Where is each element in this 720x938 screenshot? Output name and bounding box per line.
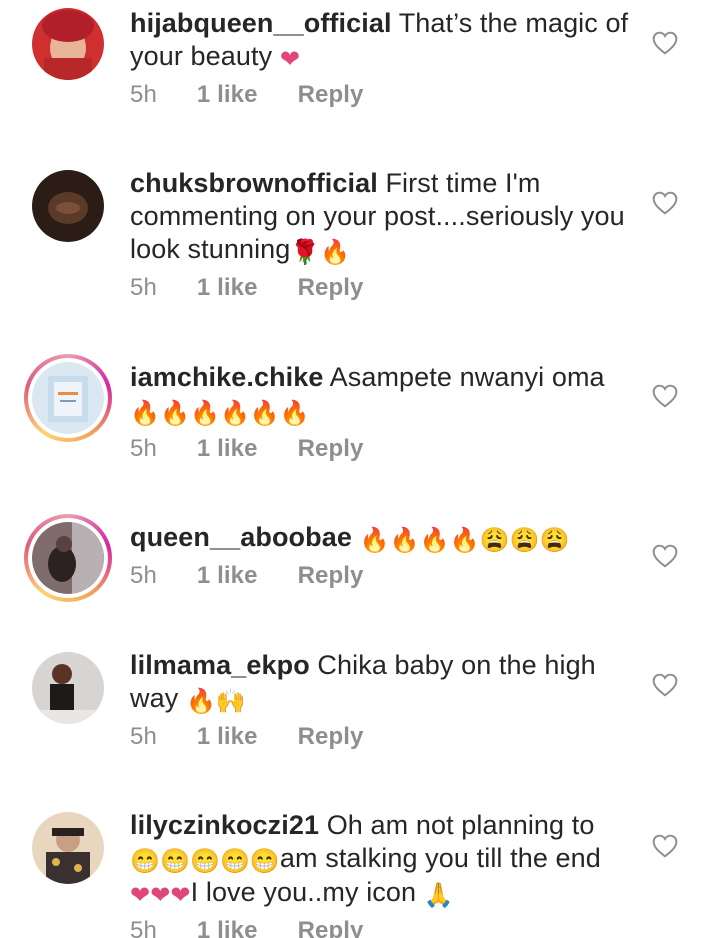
heart-outline-icon[interactable] (652, 31, 678, 55)
comment-likes[interactable]: 1 like (197, 722, 258, 752)
comment-emoji: 🙏 (423, 882, 454, 909)
reply-button[interactable]: Reply (298, 561, 364, 591)
heart-outline-icon[interactable] (652, 191, 678, 215)
comment-username[interactable]: chuksbrownofficial (130, 168, 378, 198)
comment-text: Oh am not planning to (326, 810, 595, 840)
comment-body: queen__aboobae 🔥🔥🔥🔥😩😩😩 5h 1 like Reply (130, 521, 640, 591)
comment-body: hijabqueen__official That’s the magic of… (130, 7, 640, 110)
heart-outline-icon[interactable] (652, 544, 678, 568)
comment-body: lilmama_ekpo Chika baby on the high way … (130, 649, 640, 752)
heart-outline-icon[interactable] (652, 673, 678, 697)
comment-time: 5h (130, 435, 157, 462)
comment-meta: 5h 1 like Reply (130, 722, 640, 752)
comment-time: 5h (130, 274, 157, 301)
comment-username[interactable]: hijabqueen__official (130, 8, 392, 38)
comment-emoji: 🔥🔥🔥🔥🔥🔥 (130, 400, 310, 427)
avatar[interactable] (32, 170, 104, 242)
comment-meta: 5h 1 like Reply (130, 916, 640, 938)
comment-likes[interactable]: 1 like (197, 80, 258, 110)
reply-button[interactable]: Reply (298, 916, 364, 938)
comment-username[interactable]: iamchike.chike (130, 362, 324, 392)
avatar[interactable] (32, 652, 104, 724)
avatar-story-ring[interactable] (24, 354, 112, 442)
heart-emoji: ❤❤❤ (130, 882, 191, 909)
comment-emoji: 🌹🔥 (290, 239, 351, 266)
comment-text: Asampete nwanyi oma (329, 362, 605, 392)
comment-text: am stalking you till the end (279, 843, 601, 873)
avatar-story-ring[interactable] (24, 514, 112, 602)
comment-emoji: 😁😁😁😁😁 (130, 848, 280, 875)
comment-body: lilyczinkoczi21 Oh am not planning to 😁😁… (130, 809, 640, 938)
comment-text: I love you..my icon (190, 877, 417, 907)
comment-meta: 5h 1 like Reply (130, 273, 640, 303)
heart-outline-icon[interactable] (652, 834, 678, 858)
heart-emoji: ❤ (279, 46, 301, 73)
avatar[interactable] (32, 812, 104, 884)
comment-username[interactable]: lilyczinkoczi21 (130, 810, 319, 840)
comment-time: 5h (130, 81, 157, 108)
reply-button[interactable]: Reply (298, 434, 364, 464)
comment-emoji: 🔥🙌 (185, 688, 246, 715)
heart-outline-icon[interactable] (652, 384, 678, 408)
comment-meta: 5h 1 like Reply (130, 561, 640, 591)
reply-button[interactable]: Reply (298, 273, 364, 303)
comment-likes[interactable]: 1 like (197, 561, 258, 591)
comment-username[interactable]: lilmama_ekpo (130, 650, 310, 680)
comment-time: 5h (130, 562, 157, 589)
comment-time: 5h (130, 917, 157, 938)
reply-button[interactable]: Reply (298, 722, 364, 752)
avatar[interactable] (32, 8, 104, 80)
comment-likes[interactable]: 1 like (197, 434, 258, 464)
reply-button[interactable]: Reply (298, 80, 364, 110)
comment-likes[interactable]: 1 like (197, 916, 258, 938)
comment-emoji: 🔥🔥🔥🔥😩😩😩 (359, 527, 570, 554)
comment-username[interactable]: queen__aboobae (130, 522, 352, 552)
comment-body: iamchike.chike Asampete nwanyi oma 🔥🔥🔥🔥🔥… (130, 361, 640, 464)
comment-likes[interactable]: 1 like (197, 273, 258, 303)
comment-body: chuksbrownofficial First time I'm commen… (130, 167, 640, 303)
comment-meta: 5h 1 like Reply (130, 434, 640, 464)
comment-meta: 5h 1 like Reply (130, 80, 640, 110)
comment-time: 5h (130, 723, 157, 750)
